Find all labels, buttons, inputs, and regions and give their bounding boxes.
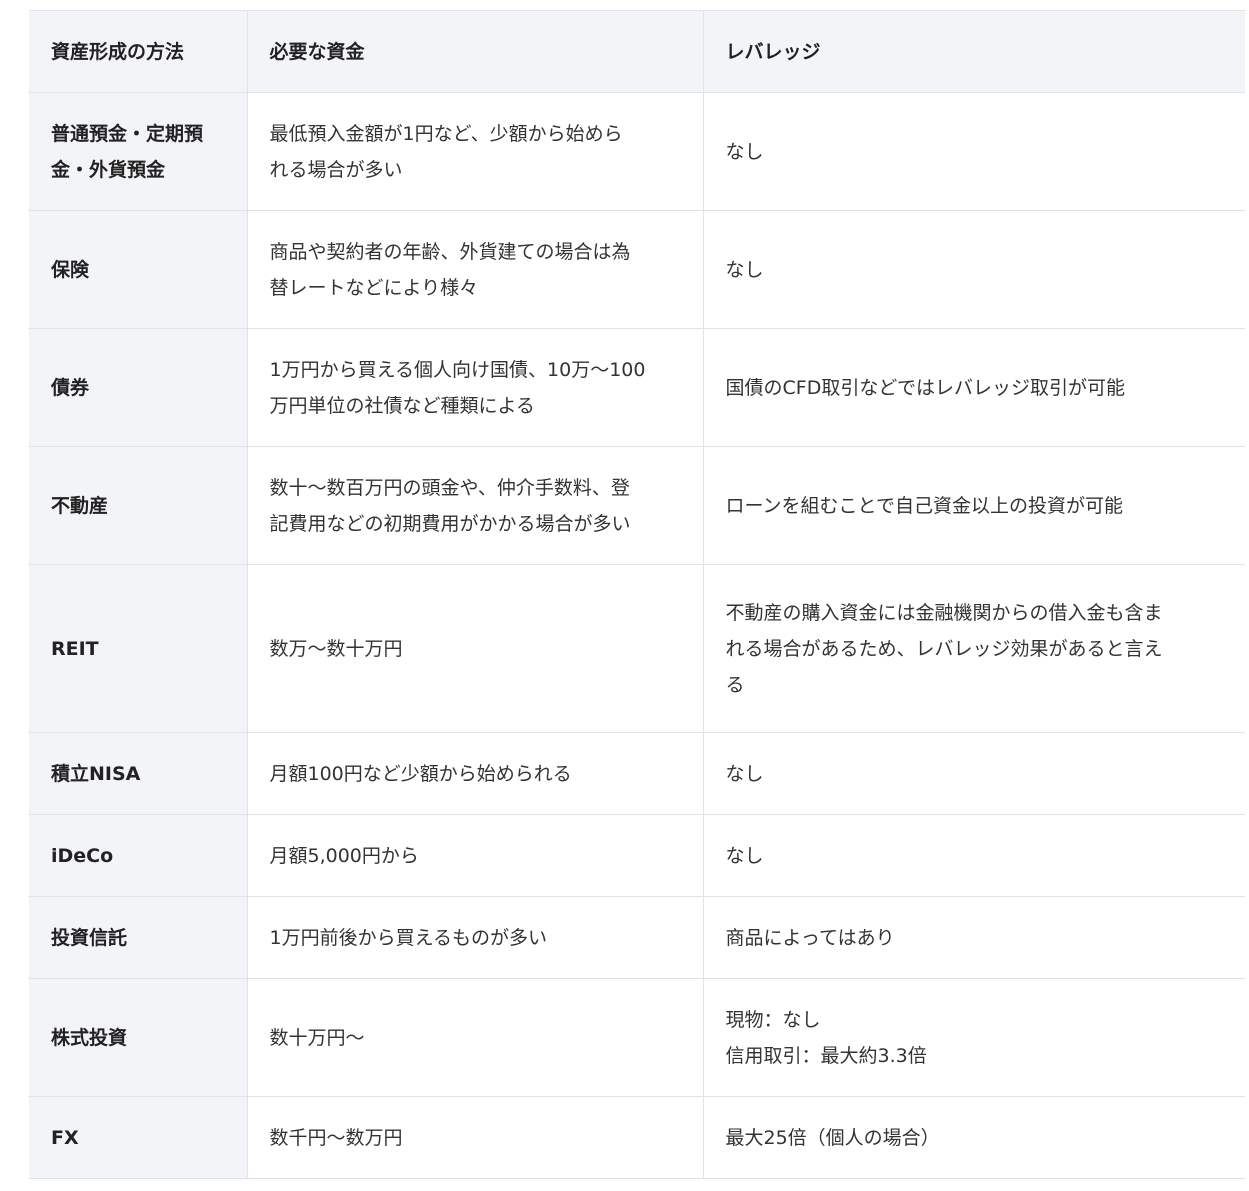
cell-method: FX [29, 1096, 248, 1179]
asset-formation-comparison-table: 資産形成の方法 必要な資金 レバレッジ 普通預金・定期預 金・外貨預金 最低預入… [29, 10, 1245, 1179]
table-body: 普通預金・定期預 金・外貨預金 最低預入金額が1円など、少額から始めら れる場合… [29, 92, 1245, 1179]
table-row: 積立NISA 月額100円など少額から始められる なし [29, 732, 1245, 815]
cell-funds: 数万～数十万円 [247, 564, 704, 733]
cell-method: 投資信託 [29, 896, 248, 979]
table-header: 資産形成の方法 必要な資金 レバレッジ [29, 10, 1245, 93]
cell-leverage: なし [703, 92, 1245, 211]
table-row: iDeCo 月額5,000円から なし [29, 814, 1245, 897]
table-row: 株式投資 数十万円～ 現物：なし 信用取引：最大約3.3倍 [29, 978, 1245, 1097]
table-row: REIT 数万～数十万円 不動産の購入資金には金融機関からの借入金も含ま れる場… [29, 564, 1245, 733]
cell-funds: 最低預入金額が1円など、少額から始めら れる場合が多い [247, 92, 704, 211]
cell-funds: 1万円から買える個人向け国債、10万～100 万円単位の社債など種類による [247, 328, 704, 447]
cell-funds: 数十～数百万円の頭金や、仲介手数料、登 記費用などの初期費用がかかる場合が多い [247, 446, 704, 565]
cell-leverage: 最大25倍（個人の場合） [703, 1096, 1245, 1179]
cell-leverage: ローンを組むことで自己資金以上の投資が可能 [703, 446, 1245, 565]
cell-leverage: なし [703, 210, 1245, 329]
table-row: 債券 1万円から買える個人向け国債、10万～100 万円単位の社債など種類による… [29, 328, 1245, 447]
cell-leverage: なし [703, 814, 1245, 897]
cell-funds: 数十万円～ [247, 978, 704, 1097]
table-row: 不動産 数十～数百万円の頭金や、仲介手数料、登 記費用などの初期費用がかかる場合… [29, 446, 1245, 565]
cell-method: 債券 [29, 328, 248, 447]
table-row: 投資信託 1万円前後から買えるものが多い 商品によってはあり [29, 896, 1245, 979]
cell-funds: 1万円前後から買えるものが多い [247, 896, 704, 979]
cell-method: 不動産 [29, 446, 248, 565]
cell-leverage: 不動産の購入資金には金融機関からの借入金も含ま れる場合があるため、レバレッジ効… [703, 564, 1245, 733]
comparison-table-container: 資産形成の方法 必要な資金 レバレッジ 普通預金・定期預 金・外貨預金 最低預入… [29, 10, 1245, 1179]
table-row: 普通預金・定期預 金・外貨預金 最低預入金額が1円など、少額から始めら れる場合… [29, 92, 1245, 211]
cell-leverage: 商品によってはあり [703, 896, 1245, 979]
cell-leverage: 現物：なし 信用取引：最大約3.3倍 [703, 978, 1245, 1097]
cell-funds: 月額100円など少額から始められる [247, 732, 704, 815]
cell-leverage: なし [703, 732, 1245, 815]
cell-funds: 月額5,000円から [247, 814, 704, 897]
header-method: 資産形成の方法 [29, 10, 248, 93]
table-row: FX 数千円～数万円 最大25倍（個人の場合） [29, 1096, 1245, 1179]
cell-method: 普通預金・定期預 金・外貨預金 [29, 92, 248, 211]
cell-method: 株式投資 [29, 978, 248, 1097]
cell-funds: 商品や契約者の年齢、外貨建ての場合は為 替レートなどにより様々 [247, 210, 704, 329]
header-leverage: レバレッジ [703, 10, 1245, 93]
cell-method: 積立NISA [29, 732, 248, 815]
cell-funds: 数千円～数万円 [247, 1096, 704, 1179]
cell-method: REIT [29, 564, 248, 733]
cell-method: iDeCo [29, 814, 248, 897]
header-required-funds: 必要な資金 [247, 10, 704, 93]
cell-method: 保険 [29, 210, 248, 329]
header-row: 資産形成の方法 必要な資金 レバレッジ [29, 10, 1245, 93]
table-row: 保険 商品や契約者の年齢、外貨建ての場合は為 替レートなどにより様々 なし [29, 210, 1245, 329]
cell-leverage: 国債のCFD取引などではレバレッジ取引が可能 [703, 328, 1245, 447]
